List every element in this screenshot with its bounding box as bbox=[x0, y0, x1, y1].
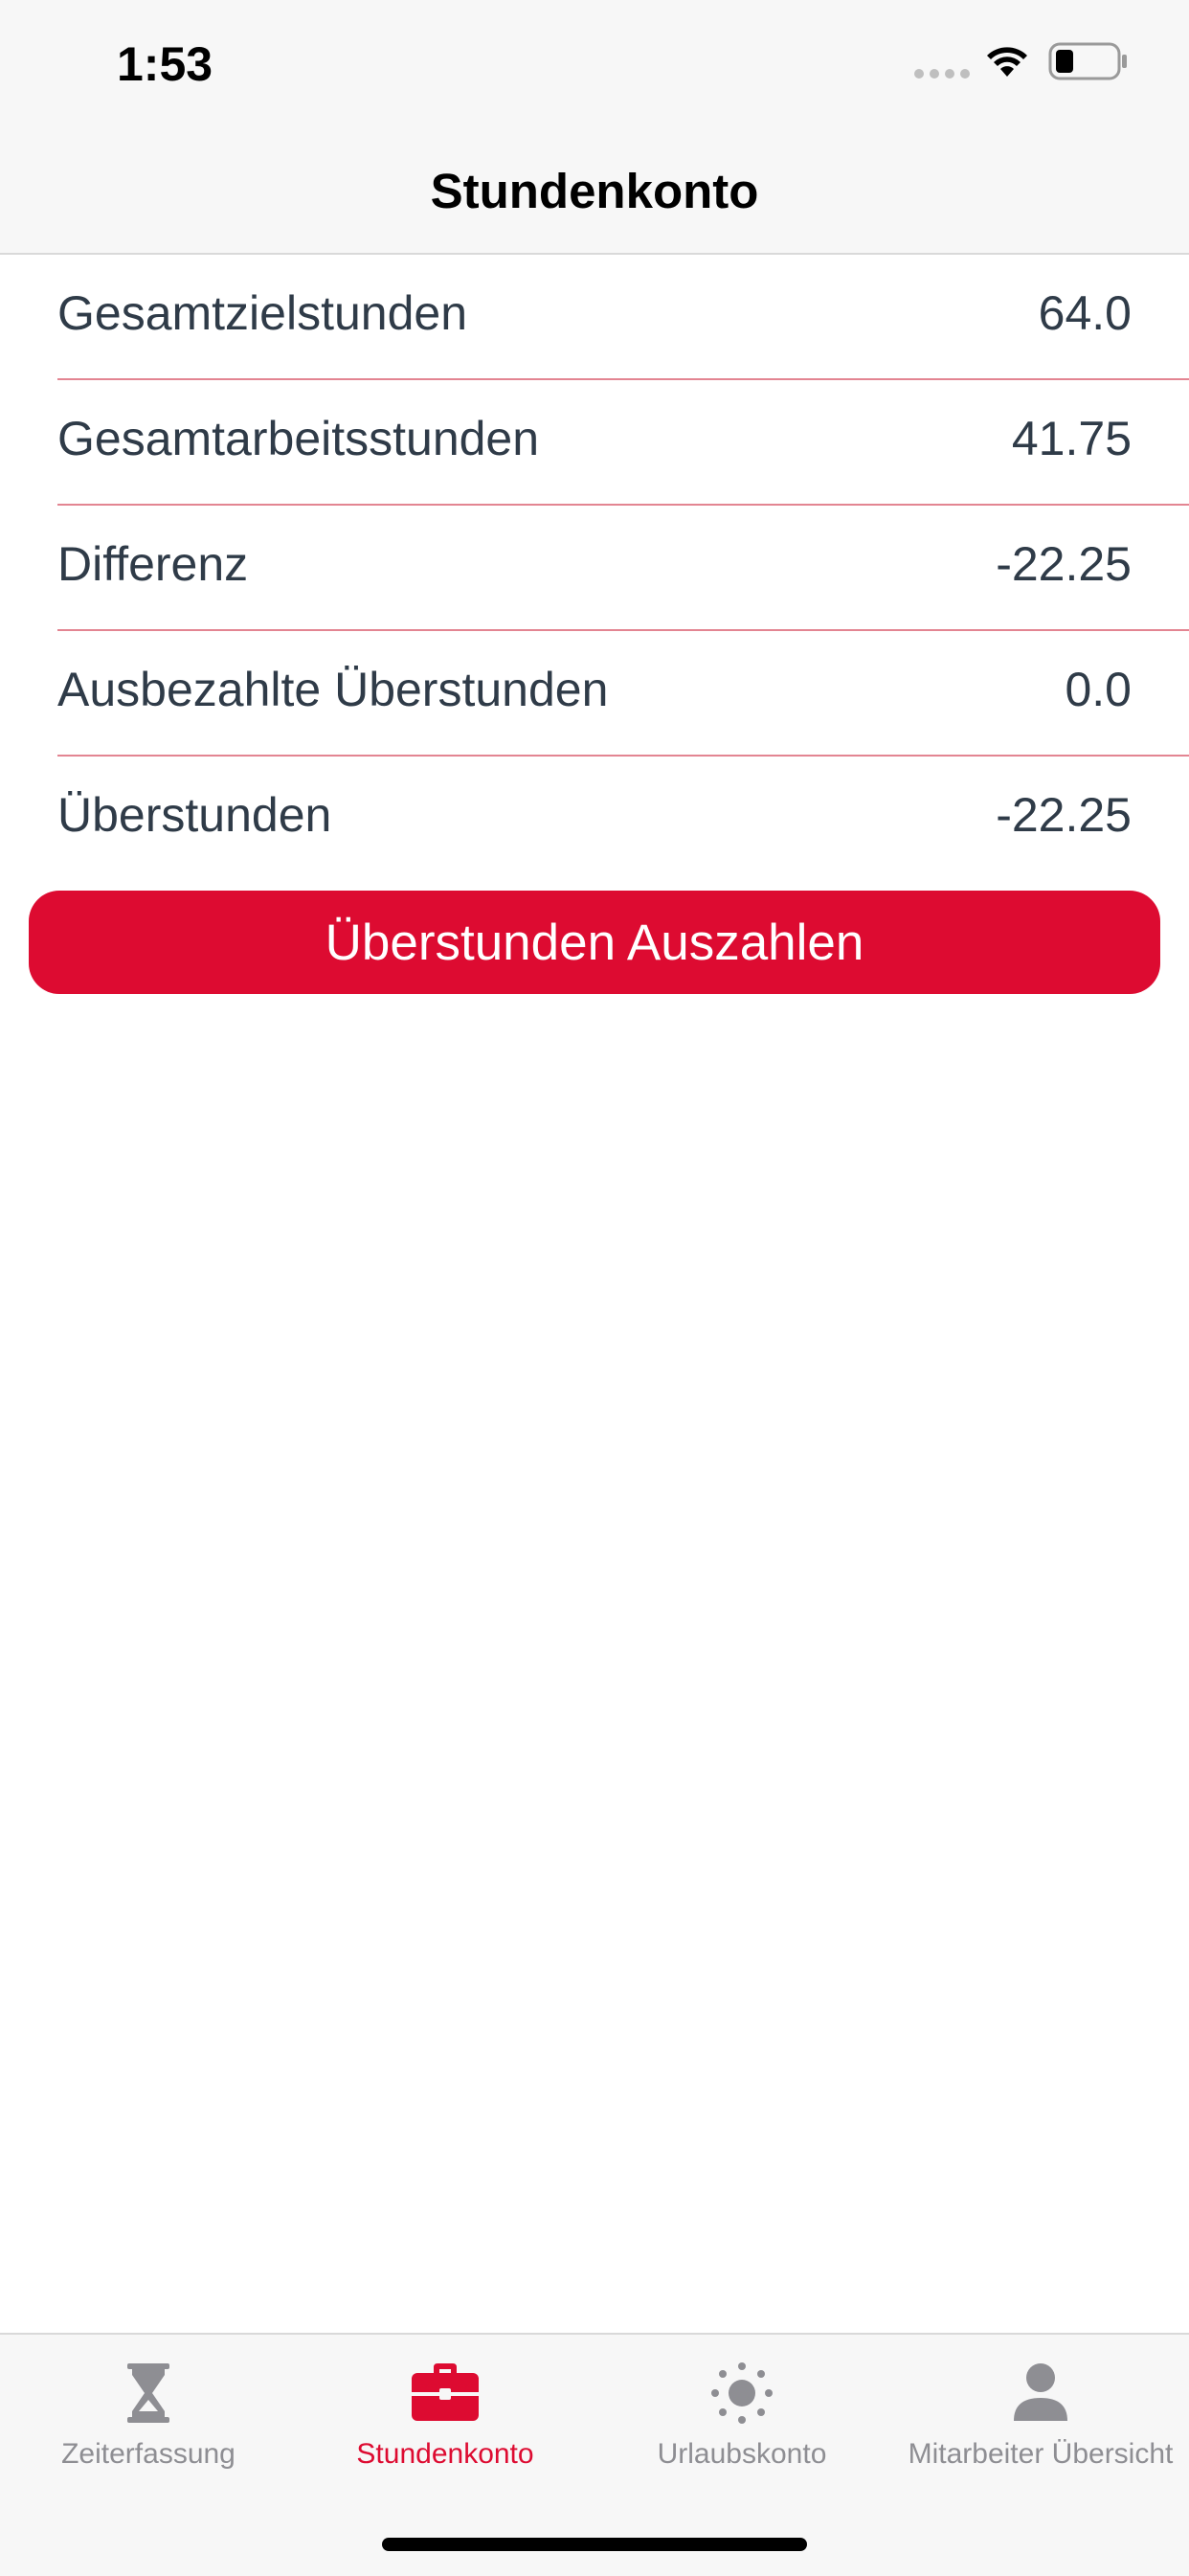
briefcase-icon bbox=[412, 2363, 479, 2421]
person-icon bbox=[1014, 2363, 1067, 2421]
row-value: -22.25 bbox=[996, 537, 1132, 591]
tab-label: Mitarbeiter Übersicht bbox=[908, 2438, 1174, 2470]
row-target-hours: Gesamtzielstunden 64.0 bbox=[57, 255, 1189, 380]
row-value: 0.0 bbox=[1065, 663, 1132, 716]
row-value: 64.0 bbox=[1038, 286, 1132, 340]
cellular-signal-icon bbox=[914, 69, 970, 79]
tab-stundenkonto[interactable]: Stundenkonto bbox=[297, 2335, 594, 2497]
row-overtime: Überstunden -22.25 bbox=[57, 757, 1189, 880]
row-worked-hours: Gesamtarbeitsstunden 41.75 bbox=[57, 380, 1189, 506]
pay-out-overtime-button[interactable]: Überstunden Auszahlen bbox=[29, 891, 1160, 994]
home-indicator[interactable] bbox=[382, 2538, 807, 2551]
battery-icon bbox=[1048, 42, 1127, 80]
hours-account-list: Gesamtzielstunden 64.0 Gesamtarbeitsstun… bbox=[0, 255, 1189, 880]
row-label: Gesamtarbeitsstunden bbox=[57, 412, 540, 465]
sun-icon bbox=[711, 2362, 773, 2424]
row-difference: Differenz -22.25 bbox=[57, 506, 1189, 631]
row-label: Differenz bbox=[57, 537, 249, 591]
hourglass-icon bbox=[127, 2363, 169, 2423]
tab-label: Stundenkonto bbox=[356, 2438, 534, 2470]
tab-label: Urlaubskonto bbox=[657, 2438, 827, 2470]
tab-mitarbeiter-uebersicht[interactable]: Mitarbeiter Übersicht bbox=[892, 2335, 1189, 2497]
wifi-icon bbox=[987, 47, 1027, 77]
navigation-bar: Stundenkonto bbox=[0, 144, 1189, 255]
tab-urlaubskonto[interactable]: Urlaubskonto bbox=[594, 2335, 890, 2497]
status-time: 1:53 bbox=[117, 37, 213, 91]
page-title: Stundenkonto bbox=[430, 164, 759, 218]
row-label: Überstunden bbox=[57, 788, 332, 842]
row-label: Gesamtzielstunden bbox=[57, 286, 468, 340]
tab-label: Zeiterfassung bbox=[61, 2438, 236, 2470]
tab-zeiterfassung[interactable]: Zeiterfassung bbox=[0, 2335, 297, 2497]
row-label: Ausbezahlte Überstunden bbox=[57, 663, 609, 716]
row-paid-overtime: Ausbezahlte Überstunden 0.0 bbox=[57, 631, 1189, 757]
row-value: -22.25 bbox=[996, 788, 1132, 842]
row-value: 41.75 bbox=[1011, 412, 1132, 465]
status-bar: 1:53 bbox=[0, 0, 1189, 144]
